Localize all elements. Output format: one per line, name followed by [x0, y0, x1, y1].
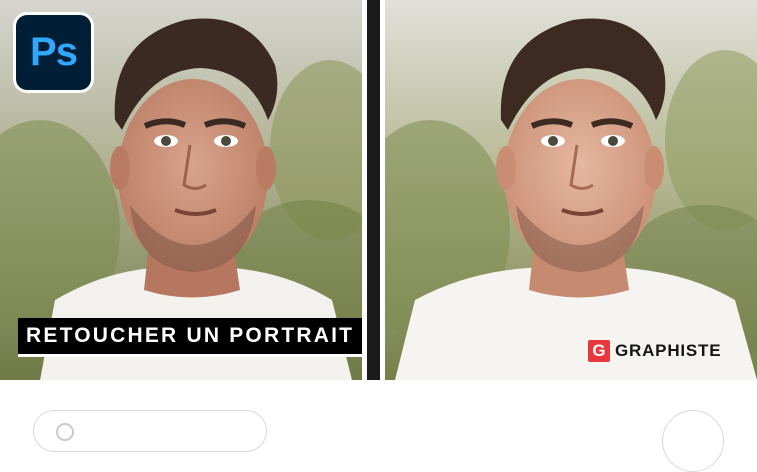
portrait-after-illustration	[385, 0, 757, 380]
before-after-image: Ps RETOUCHER UN PORTRAIT G GRAPHISTE	[0, 0, 757, 380]
photoshop-icon: Ps	[13, 12, 94, 93]
divider-bar	[367, 0, 380, 380]
comment-field[interactable]	[33, 410, 267, 452]
circle-button[interactable]	[662, 410, 724, 472]
brand-name: GRAPHISTE	[615, 341, 722, 360]
caption-banner: RETOUCHER UN PORTRAIT	[18, 318, 363, 357]
after-photo	[385, 0, 757, 380]
photoshop-icon-label: Ps	[16, 15, 91, 90]
circle-icon	[56, 423, 74, 441]
brand-watermark: G GRAPHISTE	[588, 339, 721, 363]
brand-logo-icon: G	[588, 340, 610, 362]
